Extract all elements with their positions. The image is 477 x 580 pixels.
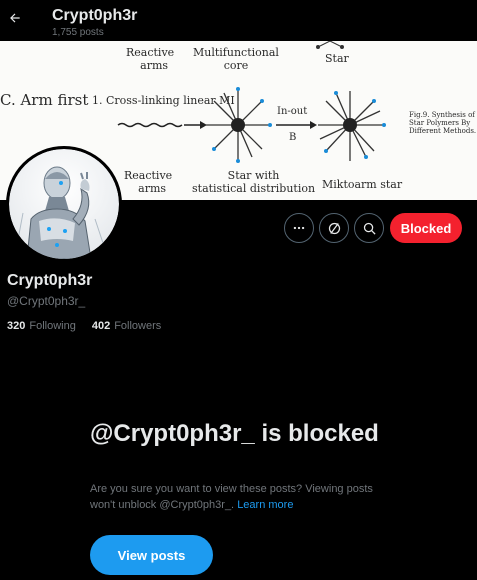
banner-label: Reactive arms (126, 46, 174, 72)
avatar-image (9, 149, 119, 259)
robot-portrait-icon (16, 166, 106, 259)
following-count: 320 (7, 320, 26, 332)
banner-label: Multifunctional core (193, 46, 279, 72)
back-arrow-icon (10, 13, 20, 23)
banner-text: Different Methods. (409, 127, 477, 135)
view-posts-button[interactable]: View posts (90, 535, 213, 575)
banner-text: 1. Cross-linking linear MI (92, 94, 235, 107)
banner-text: statistical distribution (192, 182, 316, 195)
back-button[interactable] (5, 8, 25, 28)
posts-count: 1,755 posts (52, 27, 104, 38)
search-icon (363, 222, 376, 235)
blocked-button[interactable]: Blocked (390, 213, 462, 243)
display-name: Crypt0ph3r (7, 272, 93, 289)
banner-text: In-out (277, 106, 308, 117)
followers-label: Followers (114, 320, 162, 332)
following-link[interactable]: 320 Following (7, 320, 76, 332)
search-button[interactable] (354, 213, 384, 243)
grok-icon (328, 222, 340, 234)
followers-link[interactable]: 402 Followers (92, 320, 161, 332)
banner-text: arms (140, 59, 169, 72)
banner-label: Star with statistical distribution (192, 169, 315, 195)
banner-text: Star with (227, 169, 280, 182)
avatar[interactable] (6, 146, 122, 262)
banner-text: Star (325, 52, 349, 65)
following-label: Following (29, 320, 76, 332)
grok-button[interactable] (319, 213, 349, 243)
learn-more-link[interactable]: Learn more (237, 499, 293, 511)
banner-caption: Fig.9. Synthesis of Star Polymers By Dif… (409, 111, 476, 135)
banner-text: core (223, 59, 249, 72)
blocked-body: Are you sure you want to view these post… (90, 483, 373, 511)
header-title: Crypt0ph3r (52, 7, 138, 24)
user-handle: @Crypt0ph3r_ (7, 294, 86, 308)
blocked-description: Are you sure you want to view these post… (90, 481, 390, 513)
banner-text: arms (138, 182, 167, 195)
banner-text: B (289, 132, 297, 143)
banner-text: Reactive (124, 169, 173, 182)
banner-text: Reactive (126, 46, 175, 59)
more-button[interactable] (284, 213, 314, 243)
banner-text: Star Polymers By (409, 119, 471, 127)
blocked-title: @Crypt0ph3r_ is blocked (90, 420, 379, 447)
followers-count: 402 (91, 320, 111, 332)
banner-text: C. Arm first (0, 91, 89, 109)
more-icon (293, 226, 305, 230)
banner-label: Reactive arms (124, 169, 172, 195)
follow-stats: 320 Following 402 Followers (7, 320, 161, 332)
banner-text: Fig.9. Synthesis of (409, 111, 475, 119)
banner-text: Multifunctional (193, 46, 279, 59)
top-bar: Crypt0ph3r 1,755 posts (0, 0, 477, 41)
banner-text: Miktoarm star (322, 178, 403, 191)
